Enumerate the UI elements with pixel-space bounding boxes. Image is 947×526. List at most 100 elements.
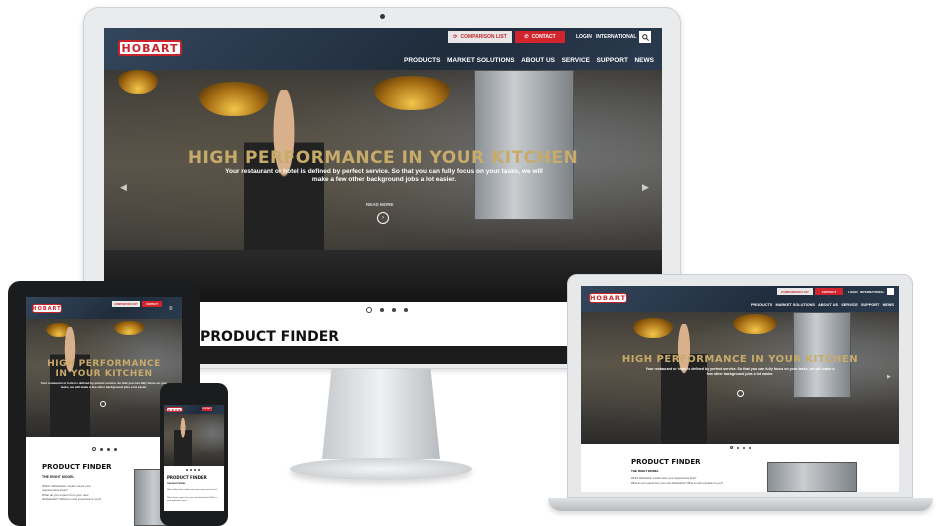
- prev-slide-arrow[interactable]: ◀: [120, 182, 127, 193]
- hobart-logo[interactable]: HOBART: [118, 40, 182, 56]
- contact-icon: ✆: [524, 34, 529, 40]
- nav-news[interactable]: NEWS: [883, 303, 894, 307]
- product-finder-text: What do you expect from your new dishwas…: [42, 493, 102, 501]
- international-link[interactable]: INTERNATIONAL: [596, 34, 636, 40]
- main-nav: PRODUCTS MARKET SOLUTIONS ABOUT US SERVI…: [404, 57, 654, 64]
- slider-dots: [730, 446, 751, 449]
- product-finder-title: PRODUCT FINDER: [42, 463, 112, 471]
- read-more-button[interactable]: [737, 390, 744, 397]
- contact-label: CONTACT: [531, 34, 556, 40]
- slide-dot[interactable]: [198, 469, 200, 471]
- hero-slider: HIGH PERFORMANCE IN YOUR KITCHEN Your re…: [104, 70, 662, 302]
- nav-about-us[interactable]: ABOUT US: [818, 303, 838, 307]
- product-finder-text: What do you expect from your new dishwas…: [631, 482, 723, 485]
- comparison-label: COMPARISON LIST: [781, 289, 809, 294]
- phone-header: HOBART CONTACT: [164, 405, 224, 414]
- hero-title: HIGH PERFORMANCE IN YOUR KITCHEN: [187, 148, 579, 168]
- hobart-logo[interactable]: HOBART: [165, 407, 183, 412]
- product-finder-text: What do you expect from your new dishwas…: [167, 497, 217, 502]
- dishwasher-image: [474, 70, 574, 220]
- site-header: HOBART ⟳ COMPARISON LIST ✆ CONTACT LOGIN I…: [104, 28, 662, 70]
- login-link[interactable]: LOGIN: [576, 34, 592, 40]
- slide-dot[interactable]: [114, 447, 117, 451]
- comparison-list-button[interactable]: COMPARISON LIST: [777, 288, 813, 295]
- slide-dot[interactable]: [100, 447, 103, 451]
- read-more-button[interactable]: [100, 401, 106, 407]
- tablet-header: HOBART COMPARISON LIST CONTACT ≡: [26, 297, 182, 319]
- chef-image: [174, 418, 192, 466]
- nav-news[interactable]: NEWS: [634, 57, 654, 64]
- lamp-image: [374, 76, 450, 110]
- slide-dot[interactable]: [743, 446, 745, 449]
- product-finder-title: PRODUCT FINDER: [631, 458, 701, 466]
- laptop-screen: HOBART COMPARISON LIST CONTACT LOGIN INT…: [581, 286, 899, 492]
- lamp-image: [118, 70, 158, 94]
- hero-title: HIGH PERFORMANCE IN YOUR KITCHEN: [47, 359, 161, 379]
- slide-dot[interactable]: [404, 308, 408, 312]
- slide-dot[interactable]: [190, 469, 192, 471]
- contact-button[interactable]: CONTACT: [815, 288, 843, 295]
- login-link[interactable]: LOGIN: [848, 290, 858, 294]
- nav-market-solutions[interactable]: MARKET SOLUTIONS: [447, 57, 515, 64]
- search-button[interactable]: [887, 288, 894, 295]
- product-finder-title: PRODUCT FINDER: [167, 475, 207, 480]
- chevron-right-icon: ›: [382, 215, 384, 221]
- menu-icon[interactable]: ≡: [169, 306, 173, 312]
- slide-dot[interactable]: [107, 447, 110, 451]
- product-finder-kicker: THE RIGHT MODEL: [167, 483, 186, 485]
- comparison-list-button[interactable]: COMPARISON LIST: [112, 301, 140, 307]
- lamp-image: [733, 314, 777, 334]
- slide-dot-active[interactable]: [186, 469, 188, 471]
- comparison-list-button[interactable]: ⟳ COMPARISON LIST: [448, 31, 512, 43]
- tablet-hero: HIGH PERFORMANCE IN YOUR KITCHEN Your re…: [26, 319, 182, 437]
- contact-label: CONTACT: [145, 302, 159, 306]
- contact-label: CONTACT: [821, 289, 837, 294]
- comparison-label: COMPARISON LIST: [114, 302, 138, 306]
- contact-button[interactable]: ✆ CONTACT: [515, 31, 565, 43]
- main-nav: PRODUCTS MARKET SOLUTIONS ABOUT US SERVI…: [751, 303, 894, 307]
- slide-dot[interactable]: [380, 308, 384, 312]
- chef-image: [661, 324, 707, 444]
- nav-products[interactable]: PRODUCTS: [404, 57, 440, 64]
- lamp-image: [114, 321, 144, 335]
- contact-label: CONTACT: [202, 408, 212, 410]
- slide-dot[interactable]: [737, 446, 739, 449]
- nav-support[interactable]: SUPPORT: [861, 303, 879, 307]
- read-more-button[interactable]: ›: [377, 212, 389, 224]
- product-finder-text: Which dishwasher model meets your requir…: [167, 489, 218, 491]
- product-finder-kicker: THE RIGHT MODEL: [42, 475, 75, 479]
- comparison-label: COMPARISON LIST: [460, 34, 507, 40]
- international-link[interactable]: INTERNATIONAL: [860, 290, 884, 294]
- slide-dot-active[interactable]: [92, 447, 96, 451]
- hobart-logo[interactable]: HOBART: [32, 304, 62, 313]
- monitor-neck: [322, 369, 440, 459]
- hero-subtitle: Your restaurant or hotel is defined by p…: [225, 168, 543, 183]
- next-slide-arrow[interactable]: ▶: [887, 374, 891, 380]
- search-icon: [641, 33, 649, 41]
- nav-service[interactable]: SERVICE: [841, 303, 858, 307]
- slide-dot[interactable]: [194, 469, 196, 471]
- next-slide-arrow[interactable]: ▶: [642, 182, 649, 193]
- slide-dot-active[interactable]: [730, 446, 733, 449]
- nav-products[interactable]: PRODUCTS: [751, 303, 772, 307]
- nav-service[interactable]: SERVICE: [562, 57, 590, 64]
- product-finder-text: Which dishwasher model meets your requir…: [631, 477, 697, 480]
- slider-dots: [366, 307, 408, 313]
- nav-about-us[interactable]: ABOUT US: [521, 57, 555, 64]
- nav-support[interactable]: SUPPORT: [597, 57, 628, 64]
- slide-dot[interactable]: [749, 446, 751, 449]
- laptop-header: HOBART COMPARISON LIST CONTACT LOGIN INT…: [581, 286, 899, 312]
- slide-dot[interactable]: [392, 308, 396, 312]
- contact-button[interactable]: CONTACT: [142, 301, 162, 307]
- nav-market-solutions[interactable]: MARKET SOLUTIONS: [776, 303, 815, 307]
- search-button[interactable]: [639, 31, 651, 43]
- slider-dots: [186, 469, 200, 471]
- contact-button[interactable]: CONTACT: [202, 407, 212, 411]
- slider-dots: [92, 447, 117, 451]
- webcam: [380, 14, 385, 19]
- read-more-label[interactable]: READ MORE: [366, 202, 394, 207]
- product-finder-text: Which dishwasher model meets your requir…: [42, 484, 92, 492]
- phone-screen: HOBART CONTACT PRODUCT FINDER THE RIGHT …: [164, 405, 224, 511]
- slide-dot-active[interactable]: [366, 307, 372, 313]
- hobart-logo[interactable]: HOBART: [589, 293, 627, 303]
